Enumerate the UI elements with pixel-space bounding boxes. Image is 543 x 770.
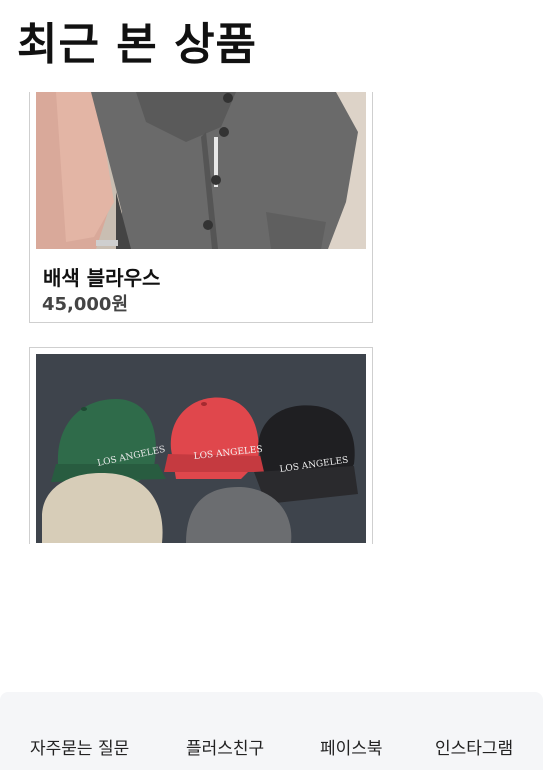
product-image[interactable]: LOS ANGELES LOS ANGELES LOS ANGELES: [36, 354, 366, 543]
product-price: 45,000원: [42, 294, 129, 315]
product-card[interactable]: LOS ANGELES LOS ANGELES LOS ANGELES: [29, 347, 373, 544]
product-image[interactable]: [36, 92, 366, 249]
footer-link-faq[interactable]: 자주묻는 질문: [30, 734, 129, 759]
footer-link-plusfriend[interactable]: 플러스친구: [186, 734, 264, 759]
product-card[interactable]: 배색 블라우스 45,000원: [29, 92, 373, 323]
product-name[interactable]: 배색 블라우스: [43, 262, 160, 291]
footer-links: 자주묻는 질문 플러스친구 페이스북 인스타그램: [0, 734, 543, 759]
footer-link-instagram[interactable]: 인스타그램: [435, 734, 513, 759]
footer-link-facebook[interactable]: 페이스북: [320, 734, 383, 759]
page-title: 최근 본 상품: [17, 19, 258, 70]
footer-bar: 자주묻는 질문 플러스친구 페이스북 인스타그램: [0, 692, 543, 770]
